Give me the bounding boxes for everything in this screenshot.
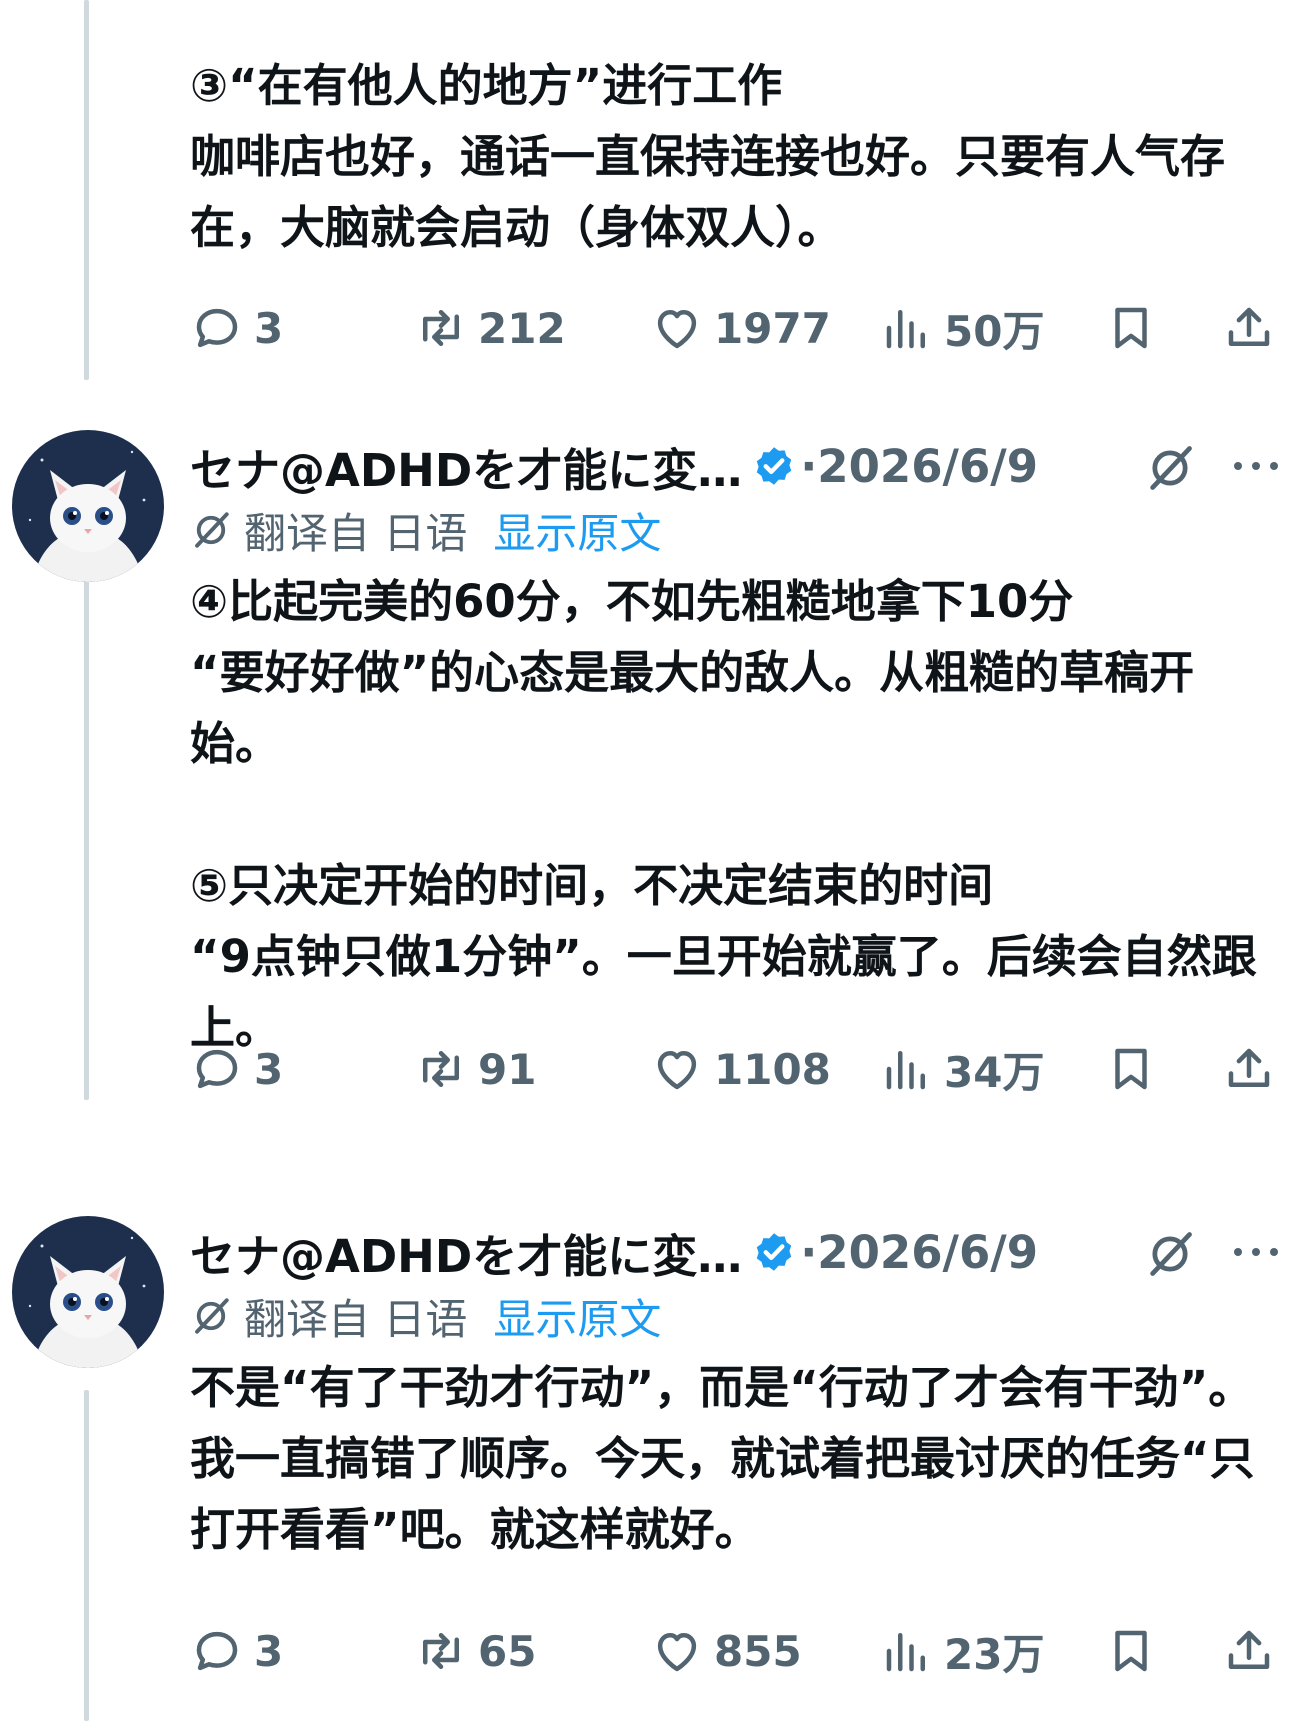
tweet[interactable]: ③“在有他人的地方”进行工作 咖啡店也好，通话一直保持连接也好。只要有人气存在，… (0, 0, 1291, 380)
retweet-count: 65 (478, 1626, 537, 1676)
like-button[interactable]: 1108 (650, 1034, 831, 1104)
tweet-text: ④比起完美的60分，不如先粗糙地拿下10分 “要好好做”的心态是最大的敌人。从粗… (190, 575, 1257, 1054)
tweet-date[interactable]: ·2026/6/9 (800, 440, 1038, 493)
bookmark-icon (1104, 1042, 1158, 1096)
avatar[interactable] (12, 1216, 164, 1368)
retweet-count: 91 (478, 1044, 537, 1094)
retweet-count: 212 (478, 303, 566, 353)
bookmark-icon (1104, 1624, 1158, 1678)
reply-icon (190, 301, 244, 355)
more-icon[interactable] (1230, 456, 1282, 476)
bookmark-button[interactable] (1104, 1034, 1168, 1104)
reply-button[interactable]: 3 (190, 293, 283, 363)
retweet-button[interactable]: 91 (414, 1034, 536, 1104)
tweet-text: 不是“有了干劲才行动”，而是“行动了才会有干劲”。我一直搞错了顺序。今天，就试着… (190, 1361, 1255, 1556)
retweet-icon (414, 1042, 468, 1096)
tweet-header: セナ@ADHDを才能に変… ·2026/6/9 (190, 1220, 1038, 1285)
retweet-icon (414, 1624, 468, 1678)
more-icon[interactable] (1230, 1242, 1282, 1262)
views-button[interactable]: 50万 (880, 293, 1044, 363)
tweet-actions: 3 91 1108 34万 (190, 1034, 1290, 1104)
reply-count: 3 (254, 303, 284, 353)
bookmark-icon (1104, 301, 1158, 355)
like-count: 855 (714, 1626, 802, 1676)
views-button[interactable]: 34万 (880, 1034, 1044, 1104)
like-count: 1977 (714, 303, 831, 353)
like-icon (650, 1042, 704, 1096)
tweet[interactable]: セナ@ADHDを才能に変… ·2026/6/9 翻译自 日语 显示原文 不是“有… (0, 1216, 1291, 1721)
views-count: 50万 (944, 306, 1045, 356)
tweet-date[interactable]: ·2026/6/9 (800, 1226, 1038, 1279)
views-icon (880, 301, 934, 355)
tweet-actions: 3 65 855 23万 (190, 1616, 1290, 1686)
reply-count: 3 (254, 1626, 284, 1676)
share-icon (1222, 1624, 1276, 1678)
translate-icon (190, 509, 232, 551)
author-name[interactable]: セナ@ADHDを才能に変… (190, 1220, 742, 1285)
views-count: 34万 (944, 1047, 1045, 1097)
tweet-actions: 3 212 1977 50万 (190, 293, 1290, 363)
translate-icon (190, 1295, 232, 1337)
share-button[interactable] (1222, 1034, 1286, 1104)
tweet-header: セナ@ADHDを才能に変… ·2026/6/9 (190, 434, 1038, 499)
translated-from-label: 翻译自 日语 (244, 508, 468, 558)
share-button[interactable] (1222, 1616, 1286, 1686)
like-count: 1108 (714, 1044, 831, 1094)
grok-translate-icon[interactable] (1144, 442, 1196, 494)
views-button[interactable]: 23万 (880, 1616, 1044, 1686)
reply-icon (190, 1624, 244, 1678)
verified-icon (752, 444, 796, 488)
author-name[interactable]: セナ@ADHDを才能に変… (190, 434, 742, 499)
like-button[interactable]: 1977 (650, 293, 831, 363)
views-count: 23万 (944, 1629, 1045, 1679)
verified-icon (752, 1230, 796, 1274)
grok-translate-icon[interactable] (1144, 1228, 1196, 1280)
retweet-button[interactable]: 212 (414, 293, 566, 363)
tweet-text: ③“在有他人的地方”进行工作 咖啡店也好，通话一直保持连接也好。只要有人气存在，… (190, 59, 1226, 254)
reply-button[interactable]: 3 (190, 1616, 283, 1686)
avatar[interactable] (12, 430, 164, 582)
share-button[interactable] (1222, 293, 1286, 363)
retweet-button[interactable]: 65 (414, 1616, 536, 1686)
like-button[interactable]: 855 (650, 1616, 802, 1686)
reply-count: 3 (254, 1044, 284, 1094)
tweet[interactable]: セナ@ADHDを才能に変… ·2026/6/9 翻译自 日语 显示原文 ④比起完… (0, 430, 1291, 1110)
share-icon (1222, 301, 1276, 355)
bookmark-button[interactable] (1104, 293, 1168, 363)
like-icon (650, 1624, 704, 1678)
show-original-link[interactable]: 显示原文 (493, 1286, 661, 1347)
views-icon (880, 1624, 934, 1678)
show-original-link[interactable]: 显示原文 (493, 500, 661, 561)
reply-icon (190, 1042, 244, 1096)
views-icon (880, 1042, 934, 1096)
retweet-icon (414, 301, 468, 355)
translated-from-label: 翻译自 日语 (244, 1294, 468, 1344)
reply-button[interactable]: 3 (190, 1034, 283, 1104)
translation-row: 翻译自 日语 显示原文 (190, 502, 661, 558)
translation-row: 翻译自 日语 显示原文 (190, 1288, 661, 1344)
bookmark-button[interactable] (1104, 1616, 1168, 1686)
like-icon (650, 301, 704, 355)
share-icon (1222, 1042, 1276, 1096)
